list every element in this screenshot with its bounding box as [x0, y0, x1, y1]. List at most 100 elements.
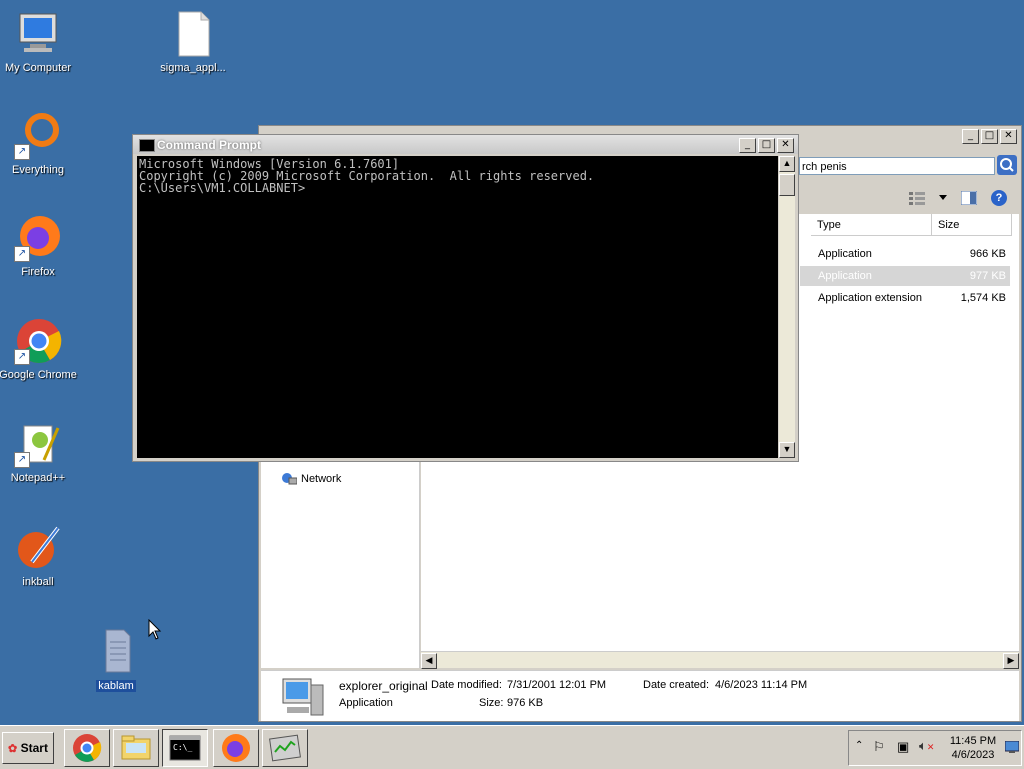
shortcut-arrow-icon: ↗: [14, 349, 30, 365]
desktop-icon-label: kablam: [96, 680, 136, 692]
scroll-right-arrow-icon[interactable]: ▶: [1003, 653, 1019, 669]
file-icon: [169, 10, 217, 58]
application-computer-icon: [282, 678, 324, 716]
details-file-name: explorer_original: [339, 679, 428, 693]
details-modified-label: Date modified:: [431, 679, 502, 691]
desktop-icon-label: My Computer: [4, 62, 72, 74]
horizontal-scrollbar[interactable]: ◀ ▶: [421, 651, 1019, 669]
clock-date: 4/6/2023: [951, 749, 995, 761]
action-center-flag-icon[interactable]: ⚐: [873, 739, 885, 755]
start-label: Start: [20, 741, 48, 755]
file-size: 1,574 KB: [960, 292, 1006, 304]
start-button[interactable]: ✿ Start: [2, 732, 54, 764]
details-created-value: 4/6/2023 11:14 PM: [715, 679, 808, 691]
maximize-button[interactable]: □: [758, 138, 775, 153]
file-row[interactable]: Application 966 KB: [800, 244, 1010, 264]
scroll-thumb[interactable]: [779, 174, 795, 196]
taskbar-firefox-button[interactable]: [213, 729, 259, 767]
details-file-type: Application: [339, 697, 393, 709]
details-modified-value: 7/31/2001 12:01 PM: [507, 679, 607, 691]
desktop-icon-firefox[interactable]: ↗ Firefox: [0, 214, 83, 278]
firefox-icon: ↗: [14, 214, 62, 262]
file-row-selected[interactable]: Application 977 KB: [800, 266, 1010, 286]
mouse-cursor-icon: [148, 619, 162, 640]
desktop-icon-notepad-plus-plus[interactable]: ↗ Notepad++: [0, 420, 83, 484]
column-header-type[interactable]: Type: [811, 214, 932, 236]
search-icon[interactable]: [997, 155, 1017, 175]
scroll-down-arrow-icon[interactable]: ▼: [779, 442, 795, 458]
taskbar-explorer-button[interactable]: [113, 729, 159, 767]
minimize-button[interactable]: _: [962, 129, 979, 144]
command-prompt-titlebar[interactable]: Command Prompt _ □ ✕: [133, 135, 798, 154]
chevron-down-icon[interactable]: [939, 195, 947, 201]
everything-icon: ↗: [14, 112, 62, 160]
notepad-plus-plus-icon: ↗: [14, 420, 62, 468]
desktop-icon-everything[interactable]: ↗ Everything: [0, 112, 83, 176]
inkball-icon: [14, 524, 62, 572]
clock-time: 11:45 PM: [949, 735, 997, 747]
file-type: Application extension: [818, 292, 922, 304]
svg-text:C:\_: C:\_: [173, 743, 192, 752]
console-output[interactable]: Microsoft Windows [Version 6.1.7601] Copy…: [137, 156, 778, 458]
show-desktop-icon[interactable]: [1005, 741, 1019, 753]
desktop-icon-label: Firefox: [21, 266, 55, 278]
preview-pane-icon[interactable]: [961, 191, 977, 205]
close-button[interactable]: ✕: [777, 138, 794, 153]
firefox-icon: [222, 734, 250, 762]
file-type: Application: [818, 248, 872, 260]
nav-item-label: Network: [301, 473, 342, 485]
folder-icon: [121, 735, 151, 760]
desktop-icon-label: sigma_appl...: [160, 62, 226, 74]
network-icon[interactable]: ▣: [897, 739, 909, 755]
shortcut-arrow-icon: ↗: [14, 452, 30, 468]
show-hidden-icons-icon[interactable]: ⌃: [855, 740, 863, 751]
desktop-icon-label: Notepad++: [10, 472, 66, 484]
desktop-icon-google-chrome[interactable]: ↗ Google Chrome: [0, 317, 83, 381]
shortcut-arrow-icon: ↗: [14, 144, 30, 160]
details-size-label: Size:: [479, 697, 504, 709]
desktop-icon-label: inkball: [22, 576, 54, 588]
scroll-up-arrow-icon[interactable]: ▲: [779, 156, 795, 172]
taskbar-command-prompt-button[interactable]: C:\_: [162, 729, 208, 767]
windows-logo-icon: ✿: [8, 743, 18, 755]
system-tray: ⌃ ⚐ ▣ 🔈︎✕ 11:45 PM 4/6/2023: [848, 730, 1022, 766]
desktop-icon-label: Google Chrome: [0, 369, 77, 381]
file-icon: [92, 628, 140, 676]
desktop-icon-my-computer[interactable]: My Computer: [0, 10, 83, 74]
task-manager-icon: [269, 734, 301, 762]
view-options-icon[interactable]: [909, 191, 925, 205]
details-created-label: Date created:: [643, 679, 710, 691]
chrome-icon: ↗: [14, 317, 62, 365]
shortcut-arrow-icon: ↗: [14, 246, 30, 262]
taskbar-app-button[interactable]: [262, 729, 308, 767]
desktop-icon-label: Everything: [12, 164, 64, 176]
maximize-button[interactable]: □: [981, 129, 998, 144]
close-button[interactable]: ✕: [1000, 129, 1017, 144]
desktop-icon-sigma-app[interactable]: sigma_appl...: [148, 10, 238, 74]
vertical-scrollbar[interactable]: ▲ ▼: [779, 156, 795, 458]
details-pane: explorer_original Application Date modif…: [261, 670, 1019, 721]
nav-item-network[interactable]: Network: [281, 472, 341, 486]
clock[interactable]: 11:45 PM 4/6/2023: [943, 734, 1003, 762]
network-icon: [282, 473, 297, 485]
file-size: 977 KB: [969, 270, 1006, 282]
command-prompt-window[interactable]: Command Prompt _ □ ✕ Microsoft Windows […: [132, 134, 799, 462]
file-row[interactable]: Application extension 1,574 KB: [800, 288, 1010, 308]
computer-icon: [14, 10, 62, 58]
volume-muted-icon[interactable]: 🔈︎✕: [919, 738, 934, 754]
scroll-left-arrow-icon[interactable]: ◀: [421, 653, 437, 669]
details-size-value: 976 KB: [507, 697, 544, 709]
command-prompt-icon: [139, 139, 155, 152]
column-header-size[interactable]: Size: [932, 214, 1012, 236]
window-title: Command Prompt: [157, 138, 262, 152]
taskbar-chrome-button[interactable]: [64, 729, 110, 767]
search-input[interactable]: rch penis: [799, 157, 995, 175]
command-prompt-icon: C:\_: [169, 735, 201, 761]
chrome-icon: [73, 734, 102, 762]
help-icon[interactable]: ?: [991, 190, 1007, 206]
navigation-pane[interactable]: Network: [261, 462, 420, 668]
minimize-button[interactable]: _: [739, 138, 756, 153]
file-size: 966 KB: [969, 248, 1006, 260]
desktop-icon-inkball[interactable]: inkball: [0, 524, 83, 588]
taskbar: ✿ Start C:\_ ⌃ ⚐ ▣ 🔈︎✕ 11:45 PM 4/6/2023: [0, 725, 1024, 769]
